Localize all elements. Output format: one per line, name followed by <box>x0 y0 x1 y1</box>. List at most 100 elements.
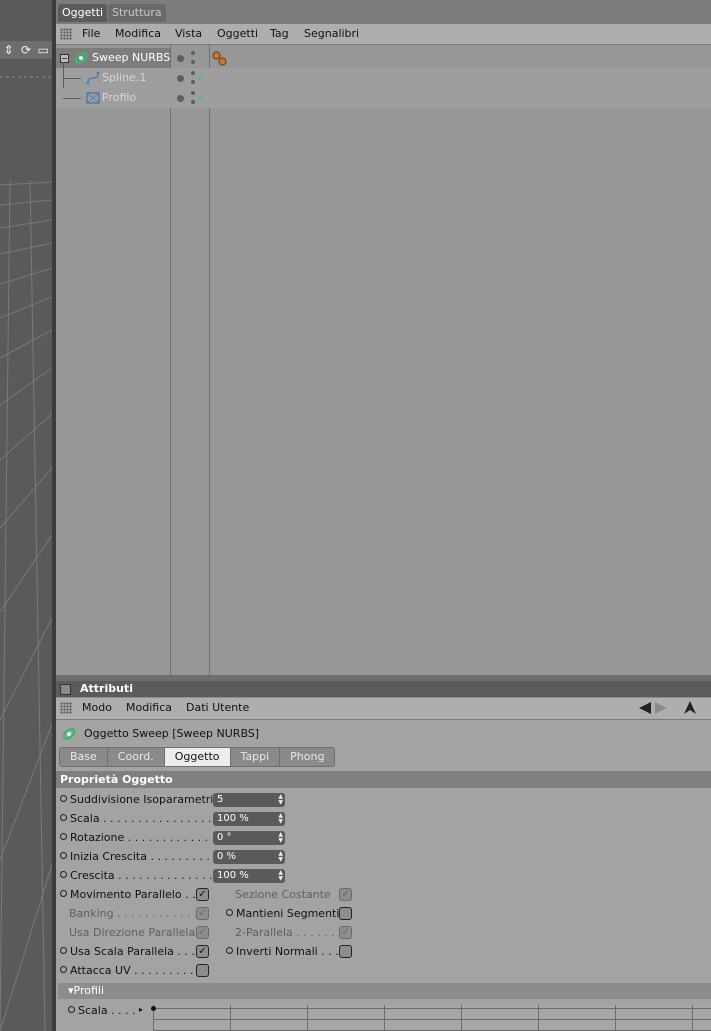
tab-tappi[interactable]: Tappi <box>230 748 281 766</box>
sweep-nurbs-icon <box>62 728 76 740</box>
menu-dati-utente[interactable]: Dati Utente <box>186 698 249 718</box>
attributes-body: Oggetto Sweep [Sweep NURBS] Base Coord. … <box>56 720 711 1031</box>
attacca-uv-checkbox[interactable] <box>196 964 209 977</box>
animation-key-icon[interactable] <box>60 890 67 897</box>
scala-input[interactable]: 100 % ▲ ▼ <box>213 812 285 826</box>
param-sezione-costante: Sezione Costante <box>235 886 331 904</box>
menu-grip-icon[interactable] <box>60 28 72 40</box>
param-label: Usa Scala Parallela . . . . <box>70 945 202 958</box>
inverti-normali-checkbox[interactable] <box>339 945 352 958</box>
spinner-icon[interactable]: ▲ ▼ <box>278 794 283 806</box>
animation-key-icon[interactable] <box>60 852 67 859</box>
enabled-check-icon[interactable]: ✓ <box>197 94 205 104</box>
menu-modo[interactable]: Modo <box>82 698 112 718</box>
spline-point[interactable] <box>151 1006 156 1011</box>
menu-segnalibri[interactable]: Segnalibri <box>304 24 359 44</box>
animation-key-icon[interactable] <box>60 966 67 973</box>
animation-key-icon[interactable] <box>60 814 67 821</box>
tab-oggetti[interactable]: Oggetti <box>58 4 108 22</box>
animation-key-icon[interactable] <box>226 909 233 916</box>
object-name: Profilo <box>102 91 137 104</box>
expand-arrow-icon[interactable]: ▸ <box>139 1005 143 1014</box>
param-crescita: Crescita . . . . . . . . . . . . . . . <box>60 867 220 885</box>
suddivisione-input[interactable]: 5 ▲ ▼ <box>213 793 285 807</box>
menu-modifica[interactable]: Modifica <box>126 698 172 718</box>
spinner-icon[interactable]: ▲ ▼ <box>278 870 283 882</box>
enabled-check-icon[interactable]: ✓ <box>197 54 205 64</box>
column-divider <box>209 45 210 675</box>
banking-checkbox[interactable]: ✓ <box>196 907 209 920</box>
3d-viewport[interactable]: ⇕ ⟳ ▭ <box>0 0 52 1031</box>
back-arrow-icon[interactable] <box>638 702 652 715</box>
animation-key-icon[interactable] <box>60 833 67 840</box>
spinner-icon[interactable]: ▲ ▼ <box>278 813 283 825</box>
menu-tag[interactable]: Tag <box>270 24 289 44</box>
animation-key-icon[interactable] <box>68 1006 75 1013</box>
object-row-sweep-nurbs[interactable]: − Sweep NURBS ✓ <box>56 48 711 68</box>
enabled-check-icon[interactable]: ✓ <box>197 74 205 84</box>
param-usa-direzione-parallela: Usa Direzione Parallela <box>69 924 195 942</box>
tab-struttura[interactable]: Struttura <box>108 4 166 22</box>
menu-grip-icon[interactable] <box>60 702 72 714</box>
sezione-costante-checkbox[interactable]: ✓ <box>339 888 352 901</box>
visibility-dot-icon[interactable] <box>177 75 184 82</box>
menu-oggetti[interactable]: Oggetti <box>217 24 258 44</box>
tab-base[interactable]: Base <box>60 748 108 766</box>
scale-spline-graph[interactable] <box>151 1005 711 1031</box>
rotate-view-icon[interactable]: ⟳ <box>20 44 32 56</box>
menu-modifica[interactable]: Modifica <box>115 24 161 44</box>
usa-scala-parallela-checkbox[interactable]: ✓ <box>196 945 209 958</box>
param-mantieni-segmenti: Mantieni Segmenti <box>226 905 339 923</box>
field-value: 0 ° <box>217 832 232 843</box>
panel-menu-icon[interactable] <box>60 684 71 695</box>
object-row-spline[interactable]: Spline.1 ✓ <box>56 62 711 108</box>
animation-key-icon[interactable] <box>60 947 67 954</box>
up-arrow-icon[interactable] <box>683 701 697 715</box>
move-view-icon[interactable]: ⇕ <box>3 44 15 56</box>
tab-oggetto[interactable]: Oggetto <box>164 748 231 766</box>
object-row-profilo[interactable]: Profilo ✓ <box>56 88 711 108</box>
2-parallela-checkbox[interactable]: ✓ <box>339 926 352 939</box>
profili-group-toggle[interactable]: ▾Profili <box>58 983 711 999</box>
param-label: Inverti Normali . . . <box>236 945 339 958</box>
inizia-crescita-input[interactable]: 0 % ▲ ▼ <box>213 850 285 864</box>
forward-arrow-icon[interactable] <box>654 702 668 715</box>
mantieni-segmenti-checkbox[interactable] <box>339 907 352 920</box>
spinner-icon[interactable]: ▲ ▼ <box>278 851 283 863</box>
param-scala-profile: Scala . . . . <box>68 1002 136 1020</box>
param-label: Mantieni Segmenti <box>236 907 340 920</box>
param-label: Movimento Parallelo . . . <box>70 888 203 901</box>
animation-key-icon[interactable] <box>60 871 67 878</box>
object-name: Sweep NURBS <box>92 51 171 64</box>
movimento-parallelo-checkbox[interactable]: ✓ <box>196 888 209 901</box>
object-list-panel: − Sweep NURBS ✓ Spline.1 ✓ Profilo ✓ <box>56 45 711 675</box>
param-attacca-uv: Attacca UV . . . . . . . . . . . <box>60 962 208 980</box>
rotazione-input[interactable]: 0 ° ▲ ▼ <box>213 831 285 845</box>
param-label: Banking . . . . . . . . . . . . . <box>69 907 205 920</box>
attributes-titlebar: Attributi <box>56 681 711 697</box>
spinner-icon[interactable]: ▲ ▼ <box>278 832 283 844</box>
param-label: Scala . . . . . . . . . . . . . . . . . … <box>70 812 233 825</box>
tab-phong[interactable]: Phong <box>280 748 335 766</box>
object-name: Spline.1 <box>102 71 147 84</box>
menu-file[interactable]: File <box>82 24 100 44</box>
param-label: 2-Parallela . . . . . . . <box>235 926 342 939</box>
group-header: Proprietà Oggetto <box>56 771 711 788</box>
field-value: 100 % <box>217 870 249 881</box>
menu-vista[interactable]: Vista <box>175 24 202 44</box>
animation-key-icon[interactable] <box>226 947 233 954</box>
usa-direzione-parallela-checkbox[interactable]: ✓ <box>196 926 209 939</box>
crescita-input[interactable]: 100 % ▲ ▼ <box>213 869 285 883</box>
collapse-toggle-icon[interactable]: − <box>60 54 69 63</box>
animation-key-icon[interactable] <box>60 795 67 802</box>
visibility-dot-icon[interactable] <box>177 55 184 62</box>
object-manager-menubar: File Modifica Vista Oggetti Tag Segnalib… <box>56 24 711 45</box>
visibility-dot-icon[interactable] <box>177 95 184 102</box>
tree-line <box>63 78 81 79</box>
profili-label: Profili <box>73 984 105 997</box>
material-tag-icon[interactable] <box>212 51 228 67</box>
param-label: Scala . . . . <box>78 1004 136 1017</box>
tab-coord[interactable]: Coord. <box>107 748 165 766</box>
maximize-view-icon[interactable]: ▭ <box>37 44 49 56</box>
attributes-menubar: Modo Modifica Dati Utente <box>56 698 711 720</box>
